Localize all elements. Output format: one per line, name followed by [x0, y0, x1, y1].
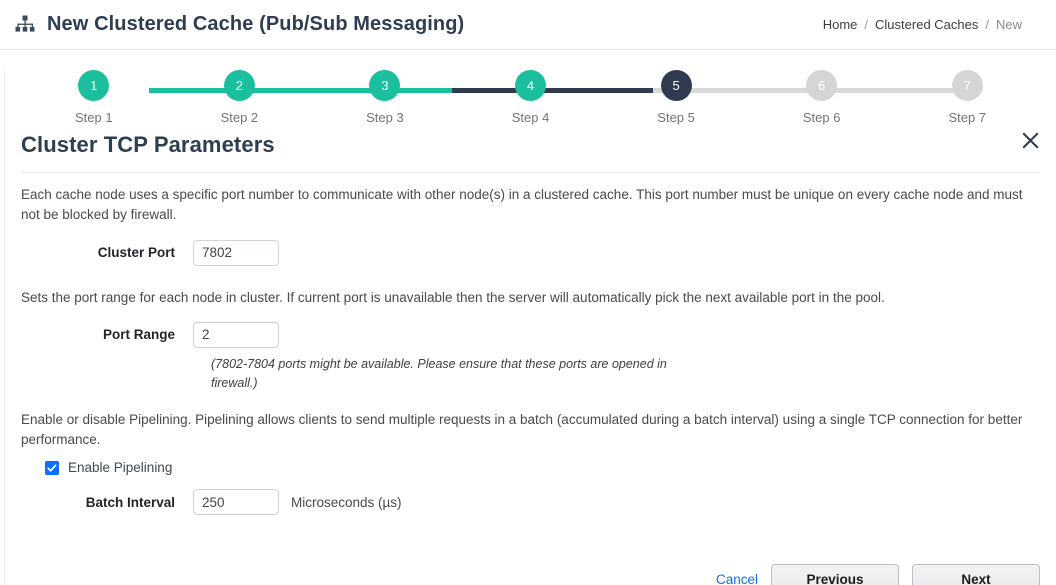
pipelining-description: Enable or disable Pipelining. Pipelining…: [21, 411, 1023, 447]
stepper-label-6: Step 6: [802, 110, 841, 125]
stepper-label-5: Step 5: [657, 110, 695, 125]
stepper-step-4: 4 Step 4: [458, 70, 604, 125]
stepper-label-7: Step 7: [948, 110, 987, 125]
breadcrumb-separator: /: [985, 17, 989, 32]
port-range-input[interactable]: [193, 321, 279, 348]
batch-interval-label: Batch Interval: [85, 494, 175, 510]
cancel-link[interactable]: Cancel: [716, 572, 758, 585]
page-title: New Clustered Cache (Pub/Sub Messaging): [47, 13, 465, 35]
breadcrumb-item-home[interactable]: Home: [823, 17, 858, 32]
stepper-step-1: 1 Step 1: [21, 70, 167, 125]
stepper-step-6: 6 Step 6: [749, 70, 895, 125]
stepper-circle-4[interactable]: 4: [515, 70, 547, 101]
port-range-row: Port Range: [21, 321, 1040, 348]
stepper-circle-6[interactable]: 6: [806, 70, 838, 101]
stepper-circle-2[interactable]: 2: [223, 70, 255, 101]
breadcrumb: Home / Clustered Caches / New: [823, 17, 1040, 32]
close-icon[interactable]: [1016, 126, 1044, 154]
stepper-circle-5[interactable]: 5: [660, 70, 692, 101]
stepper-step-2: 2 Step 2: [167, 70, 313, 125]
batch-interval-unit: Microseconds (µs): [291, 494, 402, 510]
enable-pipelining-label[interactable]: Enable Pipelining: [68, 460, 172, 475]
cluster-port-label: Cluster Port: [97, 245, 175, 260]
breadcrumb-item-new: New: [995, 17, 1022, 32]
breadcrumb-item-clustered-caches[interactable]: Clustered Caches: [875, 17, 978, 32]
cluster-port-description: Each cache node uses a specific port num…: [21, 187, 1023, 223]
section-divider: [21, 172, 1040, 173]
stepper-steps: 1 Step 1 2 Step 2 3 Step 3 4 Step 4 5 St…: [21, 70, 1040, 125]
stepper-label-2: Step 2: [220, 110, 259, 125]
enable-pipelining-checkbox[interactable]: [45, 460, 59, 475]
stepper-circle-1[interactable]: 1: [78, 70, 110, 101]
port-range-hint: (7802-7804 ports might be available. Ple…: [211, 356, 667, 391]
app-header: New Clustered Cache (Pub/Sub Messaging) …: [0, 0, 1056, 50]
wizard-footer: Cancel Previous Next: [716, 564, 1040, 585]
stepper-label-3: Step 3: [366, 110, 404, 125]
enable-pipelining-row[interactable]: Enable Pipelining: [45, 460, 1040, 475]
header-title-group: New Clustered Cache (Pub/Sub Messaging): [14, 13, 464, 36]
batch-interval-row: Batch Interval Microseconds (µs): [21, 489, 1040, 515]
next-button[interactable]: Next: [912, 564, 1040, 585]
previous-button[interactable]: Previous: [771, 564, 899, 585]
stepper-step-5: 5 Step 5: [603, 70, 749, 125]
stepper-label-4: Step 4: [511, 110, 550, 125]
cluster-port-input[interactable]: [193, 239, 279, 266]
stepper-step-7: 7 Step 7: [894, 70, 1040, 125]
port-range-label: Port Range: [102, 327, 175, 343]
section-title: Cluster TCP Parameters: [21, 132, 275, 157]
sitemap-icon: [14, 14, 36, 36]
stepper-circle-7[interactable]: 7: [951, 70, 983, 101]
wizard-panel: 1 Step 1 2 Step 2 3 Step 3 4 Step 4 5 St…: [4, 70, 1056, 585]
stepper-circle-3[interactable]: 3: [369, 70, 401, 101]
stepper-label-1: Step 1: [74, 110, 113, 125]
stepper-step-3: 3 Step 3: [312, 70, 458, 125]
port-range-description: Sets the port range for each node in clu…: [21, 289, 885, 305]
breadcrumb-separator: /: [864, 17, 869, 32]
wizard-stepper: 1 Step 1 2 Step 2 3 Step 3 4 Step 4 5 St…: [21, 70, 1040, 128]
cluster-port-row: Cluster Port: [21, 239, 1040, 266]
batch-interval-input[interactable]: [193, 489, 279, 515]
